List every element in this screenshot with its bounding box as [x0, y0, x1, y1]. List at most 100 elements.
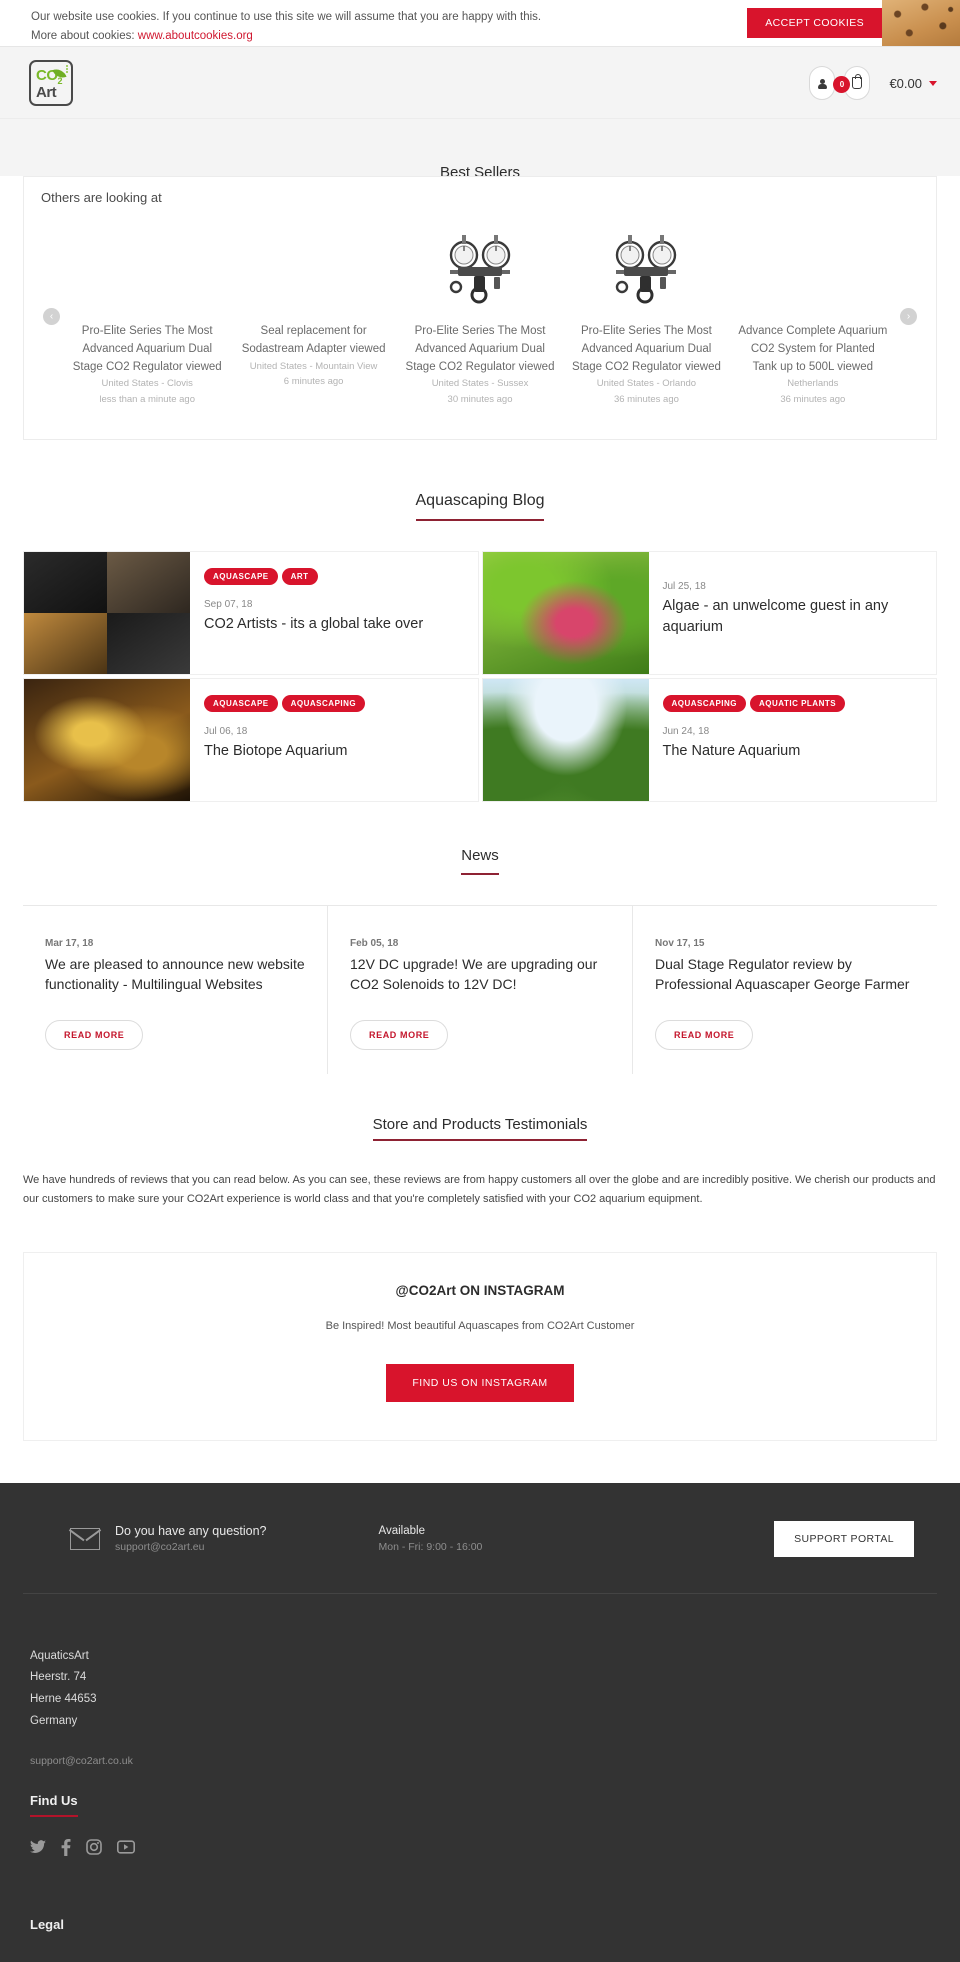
others-looking-item[interactable]: Seal replacement for Sodastream Adapter …: [230, 225, 396, 407]
others-looking-item[interactable]: Pro-Elite Series The Most Advanced Aquar…: [397, 225, 563, 407]
viewed-time: less than a minute ago: [99, 393, 195, 405]
post-tag[interactable]: AQUASCAPING: [662, 695, 747, 712]
find-us-on-instagram-button[interactable]: FIND US ON INSTAGRAM: [386, 1363, 574, 1402]
site-logo[interactable]: CO2 Art: [29, 60, 73, 106]
product-name: Pro-Elite Series The Most Advanced Aquar…: [571, 325, 721, 373]
product-thumbnail: [571, 225, 721, 305]
product-thumbnail: [72, 225, 222, 305]
post-thumbnail[interactable]: [482, 679, 649, 801]
youtube-icon[interactable]: [117, 1840, 135, 1857]
product-name: Pro-Elite Series The Most Advanced Aquar…: [405, 325, 555, 373]
news-date: Nov 17, 15: [655, 938, 705, 949]
cart-count-badge: 0: [833, 76, 851, 93]
product-name: Pro-Elite Series The Most Advanced Aquar…: [72, 325, 222, 373]
others-looking-item[interactable]: Pro-Elite Series The Most Advanced Aquar…: [563, 225, 729, 407]
post-tags: AQUASCAPE AQUASCAPING: [204, 694, 464, 712]
post-tag[interactable]: AQUASCAPE: [204, 568, 278, 585]
about-cookies-link[interactable]: www.aboutcookies.org: [138, 30, 253, 42]
blog-post-body: AQUASCAPE AQUASCAPING Jul 06, 18 The Biotop…: [190, 679, 478, 801]
post-tag[interactable]: AQUASCAPE: [204, 695, 278, 712]
post-tags: AQUASCAPING AQUATIC PLANTS: [662, 694, 923, 712]
post-title[interactable]: The Biotope Aquarium: [204, 741, 464, 762]
post-thumbnail[interactable]: [24, 552, 190, 674]
envelope-icon: [70, 1527, 100, 1550]
post-date: Sep 07, 18: [204, 599, 253, 610]
footer-contact-bar: Do you have any question? support@co2art…: [23, 1483, 937, 1594]
facebook-icon[interactable]: [61, 1838, 71, 1859]
footer-address: AquaticsArt Heerstr. 74 Herne 44653 Germ…: [30, 1646, 937, 1733]
footer-question-title: Do you have any question?: [115, 1524, 267, 1538]
post-title[interactable]: Algae - an unwelcome guest in any aquari…: [663, 596, 923, 637]
account-button[interactable]: [809, 66, 836, 100]
twitter-icon[interactable]: [30, 1840, 46, 1857]
others-looking-at-panel: Others are looking at ‹ › Pro-Elite Seri…: [23, 176, 937, 440]
best-sellers-section: Best Sellers ‹ ›: [0, 119, 960, 209]
header-actions: 0 €0.00: [809, 47, 937, 119]
post-tag[interactable]: AQUATIC PLANTS: [750, 695, 846, 712]
news-grid: Mar 17, 18 We are pleased to announce new…: [23, 905, 937, 1074]
cart-total[interactable]: €0.00: [889, 76, 937, 91]
news-date: Mar 17, 18: [45, 938, 94, 949]
testimonials-heading: Store and Products Testimonials: [372, 1116, 588, 1141]
viewed-time: 30 minutes ago: [447, 393, 513, 405]
post-title[interactable]: CO2 Artists - its a global take over: [204, 614, 464, 635]
blog-post-card[interactable]: AQUASCAPE ART Sep 07, 18 CO2 Artists - its …: [23, 551, 479, 675]
blog-row: AQUASCAPE ART Sep 07, 18 CO2 Artists - its …: [23, 551, 937, 675]
post-tag[interactable]: ART: [281, 568, 318, 585]
news-date: Feb 05, 18: [350, 938, 399, 949]
viewer-location: United States - Sussex: [431, 378, 529, 390]
others-looking-track: Pro-Elite Series The Most Advanced Aquar…: [24, 177, 936, 407]
viewer-location: United States - Clovis: [101, 378, 193, 390]
news-heading-wrap: News: [0, 805, 960, 875]
shopping-bag-icon: [852, 74, 863, 89]
others-prev-button[interactable]: ‹: [43, 308, 60, 325]
others-next-button[interactable]: ›: [900, 308, 917, 325]
footer-question-email[interactable]: support@co2art.eu: [115, 1541, 267, 1553]
chevron-down-icon: [929, 80, 937, 86]
accept-cookies-button[interactable]: ACCEPT COOKIES: [747, 8, 882, 38]
social-links: [30, 1838, 937, 1859]
product-name: Advance Complete Aquarium CO2 System for…: [738, 325, 888, 373]
instagram-icon[interactable]: [86, 1839, 102, 1858]
news-title[interactable]: We are pleased to announce new website f…: [45, 954, 305, 995]
viewed-time: 6 minutes ago: [283, 375, 344, 387]
blog-post-card[interactable]: Jul 25, 18 Algae - an unwelcome guest in …: [481, 551, 937, 675]
blog-heading: Aquascaping Blog: [415, 492, 545, 521]
news-item: Nov 17, 15 Dual Stage Regulator review by…: [633, 906, 937, 1074]
cart-total-amount: €0.00: [889, 75, 922, 91]
blog-post-card[interactable]: AQUASCAPING AQUATIC PLANTS Jun 24, 18 The N…: [481, 678, 937, 802]
footer-main: AquaticsArt Heerstr. 74 Herne 44653 Germ…: [0, 1594, 960, 1932]
find-us-heading: Find Us: [30, 1793, 78, 1817]
read-more-button[interactable]: READ MORE: [350, 1020, 449, 1050]
blog-post-card[interactable]: AQUASCAPE AQUASCAPING Jul 06, 18 The Biotop…: [23, 678, 479, 802]
post-date: Jul 25, 18: [662, 581, 706, 592]
logo-art-text: Art: [36, 84, 57, 101]
post-title[interactable]: The Nature Aquarium: [663, 741, 923, 762]
read-more-button[interactable]: READ MORE: [45, 1020, 144, 1050]
post-tag[interactable]: AQUASCAPING: [281, 695, 366, 712]
news-item: Feb 05, 18 12V DC upgrade! We are upgradi…: [328, 906, 633, 1074]
read-more-button[interactable]: READ MORE: [655, 1020, 754, 1050]
site-header: CO2 Art 0 €0.00: [0, 47, 960, 119]
post-tags: AQUASCAPE ART: [204, 567, 464, 585]
others-looking-item[interactable]: Advance Complete Aquarium CO2 System for…: [730, 225, 896, 407]
footer-availability-block: Available Mon - Fri: 9:00 - 16:00: [379, 1525, 483, 1553]
post-thumbnail[interactable]: [24, 679, 190, 801]
post-thumbnail[interactable]: [482, 552, 649, 674]
support-portal-button[interactable]: SUPPORT PORTAL: [774, 1520, 914, 1557]
blog-row: AQUASCAPE AQUASCAPING Jul 06, 18 The Biotop…: [23, 678, 937, 802]
instagram-subtitle: Be Inspired! Most beautiful Aquascapes f…: [325, 1319, 635, 1332]
others-looking-item[interactable]: Pro-Elite Series The Most Advanced Aquar…: [64, 225, 230, 407]
news-title[interactable]: 12V DC upgrade! We are upgrading our CO2…: [350, 954, 610, 995]
blog-post-body: AQUASCAPING AQUATIC PLANTS Jun 24, 18 The N…: [649, 679, 937, 801]
cart-button[interactable]: 0: [833, 66, 871, 100]
instagram-title: @CO2Art ON INSTAGRAM: [395, 1282, 565, 1298]
cookie-consent-bar: Our website use cookies. If you continue…: [0, 0, 960, 47]
footer-question-block: Do you have any question? support@co2art…: [115, 1524, 267, 1553]
viewer-location: United States - Mountain View: [249, 360, 378, 372]
post-date: Jun 24, 18: [662, 726, 710, 737]
cookie-photo: [882, 0, 960, 46]
user-icon: [817, 78, 827, 89]
footer-email[interactable]: support@co2art.co.uk: [30, 1755, 937, 1767]
news-title[interactable]: Dual Stage Regulator review by Professio…: [655, 954, 915, 995]
